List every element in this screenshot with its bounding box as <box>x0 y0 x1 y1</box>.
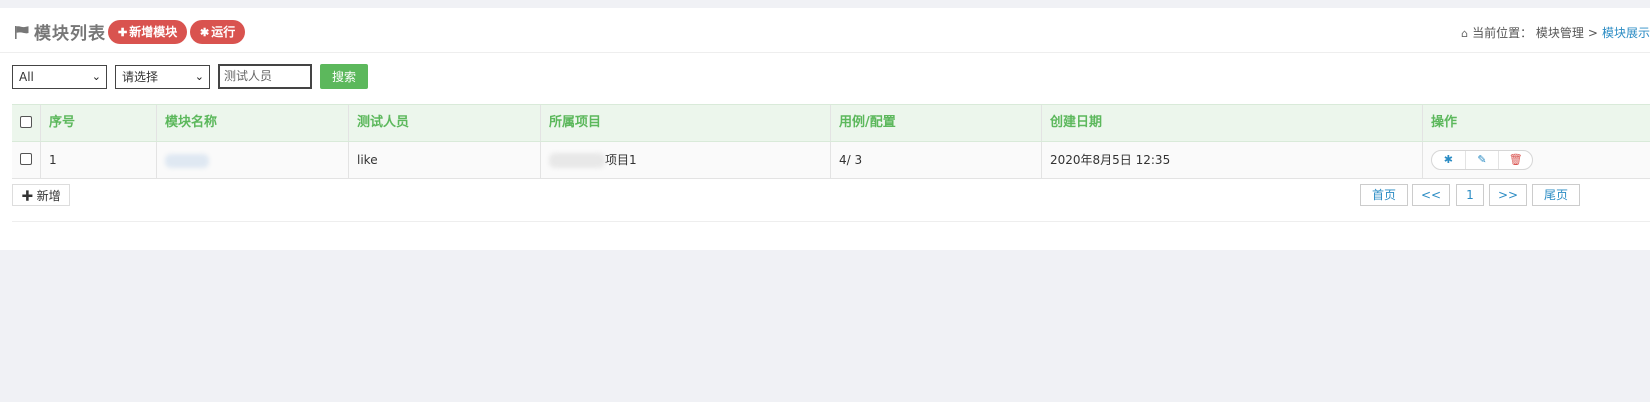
delete-row-button[interactable]: 🗑 <box>1499 151 1532 169</box>
breadcrumb-parent[interactable]: 模块管理 <box>1536 26 1584 40</box>
title-group: 模块列表 <box>14 19 106 44</box>
pager-next[interactable]: >> <box>1489 184 1527 206</box>
table-row: 1 like 项目1 4/ 3 2020年8月5日 12:35 ✱ ✎ 🗑 <box>12 142 1650 179</box>
tester-search-input[interactable]: 测试人员 <box>218 64 312 89</box>
pager-prev[interactable]: << <box>1412 184 1450 206</box>
row-action-group: ✱ ✎ 🗑 <box>1431 150 1533 170</box>
edit-row-button[interactable]: ✎ <box>1466 151 1500 169</box>
row-case-config: 4/ 3 <box>831 142 1042 178</box>
column-header-index[interactable]: 序号 <box>41 105 157 141</box>
add-module-label: 新增模块 <box>129 25 178 39</box>
add-module-button[interactable]: ✚ 新增模块 <box>108 20 188 44</box>
select-all-checkbox[interactable] <box>20 116 32 128</box>
row-tester: like <box>349 142 541 178</box>
flag-icon <box>14 25 30 39</box>
column-header-tester[interactable]: 测试人员 <box>349 105 541 141</box>
blurred-project-prefix <box>549 153 605 168</box>
row-checkbox-cell <box>12 142 41 178</box>
bug-icon: ✱ <box>1443 153 1453 166</box>
column-header-actions: 操作 <box>1431 115 1458 130</box>
module-table: 序号 模块名称 测试人员 所属项目 用例/配置 创建日期 操作 1 like 项… <box>12 104 1650 179</box>
table-header-row: 序号 模块名称 测试人员 所属项目 用例/配置 创建日期 操作 <box>12 104 1650 142</box>
header-checkbox-cell <box>12 105 41 141</box>
row-actions: ✱ ✎ 🗑 <box>1423 142 1650 178</box>
run-row-button[interactable]: ✱ <box>1432 151 1466 169</box>
status-select-value: All <box>19 70 34 84</box>
edit-icon: ✎ <box>1477 153 1487 166</box>
row-index: 1 <box>41 142 157 178</box>
divider <box>12 221 1650 222</box>
column-header-case-config[interactable]: 用例/配置 <box>831 105 1042 141</box>
chevron-down-icon: ⌄ <box>91 70 101 83</box>
home-icon: ⌂ <box>1461 27 1469 40</box>
breadcrumb-separator: > <box>1587 26 1598 40</box>
page-title: 模块列表 <box>34 24 106 44</box>
row-created: 2020年8月5日 12:35 <box>1042 142 1423 178</box>
row-project: 项目1 <box>541 142 831 178</box>
main-panel: 模块列表 ✚ 新增模块 ✱ 运行 ⌂ 当前位置： 模块管理 > 模块展示 All ⌄ 请选… <box>0 8 1650 250</box>
blurred-module-name <box>165 153 209 168</box>
status-select[interactable]: All ⌄ <box>12 65 107 89</box>
column-header-project[interactable]: 所属项目 <box>541 105 831 141</box>
project-select[interactable]: 请选择 ⌄ <box>115 65 210 89</box>
chevron-down-icon: ⌄ <box>194 70 204 83</box>
search-button[interactable]: 搜索 <box>320 64 368 89</box>
column-header-module-name[interactable]: 模块名称 <box>157 105 349 141</box>
page-header: 模块列表 ✚ 新增模块 ✱ 运行 ⌂ 当前位置： 模块管理 > 模块展示 <box>0 8 1650 53</box>
pager-first[interactable]: 首页 <box>1360 184 1408 206</box>
trash-icon: 🗑 <box>1508 153 1523 166</box>
breadcrumb-current[interactable]: 模块展示 <box>1602 26 1650 40</box>
row-project-suffix: 项目1 <box>605 153 637 167</box>
bug-icon: ✱ <box>200 27 210 39</box>
plus-icon: ✚ <box>118 27 128 39</box>
run-button[interactable]: ✱ 运行 <box>190 20 246 44</box>
pager-last[interactable]: 尾页 <box>1532 184 1580 206</box>
column-header-created[interactable]: 创建日期 <box>1042 105 1423 141</box>
breadcrumb-prefix: 当前位置： <box>1472 26 1533 40</box>
pagination: 首页 << 1 >> 尾页 <box>0 184 1650 206</box>
breadcrumb: ⌂ 当前位置： 模块管理 > 模块展示 <box>1461 24 1650 41</box>
tester-search-placeholder: 测试人员 <box>224 69 273 83</box>
project-select-value: 请选择 <box>122 70 159 84</box>
row-module-name[interactable] <box>157 142 349 178</box>
run-label: 运行 <box>211 25 236 39</box>
pager-current[interactable]: 1 <box>1456 184 1484 206</box>
row-checkbox[interactable] <box>20 153 32 165</box>
